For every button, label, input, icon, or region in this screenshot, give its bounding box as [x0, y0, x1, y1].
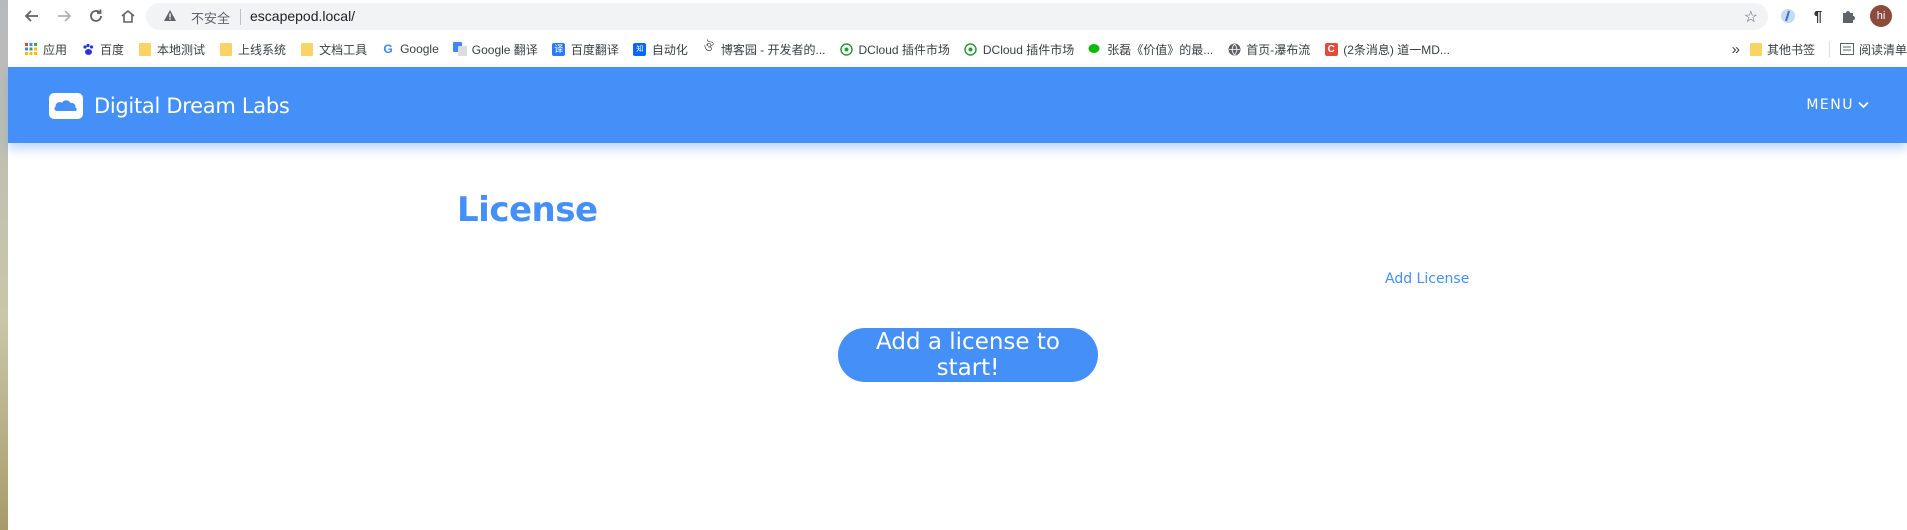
brand-link[interactable]: Digital Dream Labs: [48, 91, 290, 121]
profile-avatar[interactable]: hi: [1870, 5, 1892, 27]
apps-grid-icon: [24, 42, 38, 56]
site-navbar: Digital Dream Labs MENU: [8, 67, 1907, 143]
bookmark-label: 百度翻译: [570, 42, 619, 57]
folder-icon: [219, 42, 233, 56]
bookmark-item[interactable]: DCloud 插件市场: [840, 41, 950, 58]
bookmark-label: 应用: [43, 42, 68, 57]
other-bookmarks-folder[interactable]: 其他书签: [1749, 41, 1815, 58]
star-icon[interactable]: ☆: [1744, 7, 1758, 27]
puzzle-extensions-icon[interactable]: [1838, 6, 1858, 26]
bookmark-label: 首页-瀑布流: [1246, 42, 1311, 57]
folder-icon: [300, 42, 314, 56]
bookmark-label: 张磊《价值》的最...: [1107, 42, 1214, 57]
cnblogs-icon: ঔ: [703, 40, 714, 54]
bookmark-label: 本地测试: [157, 42, 206, 57]
bookmark-item[interactable]: G Google: [381, 42, 439, 56]
bookmarks-overflow-button[interactable]: »: [1732, 41, 1740, 58]
bookmark-item[interactable]: 百度: [81, 41, 124, 58]
reload-button[interactable]: [82, 2, 110, 30]
overflow-chevron-icon: »: [1731, 40, 1740, 58]
baidu-paw-icon: [81, 42, 95, 56]
globe-icon: [1227, 42, 1241, 56]
menu-button[interactable]: MENU: [1806, 97, 1869, 113]
bookmark-label: DCloud 插件市场: [858, 42, 950, 57]
other-bookmarks-label: 其他书签: [1766, 42, 1815, 57]
bookmark-item[interactable]: 首页-瀑布流: [1227, 41, 1310, 58]
more-menu-icon[interactable]: ⋮: [1902, 6, 1907, 26]
bookmark-item[interactable]: DCloud 插件市场: [964, 41, 1074, 58]
bookmark-item[interactable]: ঔ 博客园 - 开发者的...: [702, 40, 826, 58]
baidu-translate-icon: 译: [552, 42, 566, 56]
bookmark-label: 自动化: [651, 42, 688, 57]
insecure-label[interactable]: 不安全: [191, 8, 230, 27]
bookmark-label: DCloud 插件市场: [982, 42, 1075, 57]
reload-icon: [90, 9, 102, 22]
reading-list-button[interactable]: 阅读清单: [1839, 41, 1907, 58]
folder-icon: [138, 42, 152, 56]
add-license-link[interactable]: Add License: [1385, 271, 1469, 287]
desktop-edge: [0, 0, 8, 530]
bookmark-item[interactable]: 文档工具: [300, 41, 367, 58]
bookmark-item[interactable]: 知自动化: [633, 41, 688, 58]
url-text[interactable]: escapepod.local/: [250, 8, 355, 24]
reading-list-label: 阅读清单: [1858, 42, 1907, 57]
dcloud-icon: [840, 42, 854, 56]
forward-button[interactable]: [50, 2, 78, 30]
google-translate-icon: [452, 42, 467, 56]
home-button[interactable]: [114, 2, 142, 30]
bookmark-label: (2条消息) 道一MD...: [1343, 42, 1450, 57]
home-icon: [121, 9, 135, 23]
back-arrow-icon: [24, 10, 38, 22]
warning-icon: [163, 9, 177, 27]
bookmark-item[interactable]: 上线系统: [219, 41, 286, 58]
bookmark-item[interactable]: Google 翻译: [452, 41, 538, 58]
bookmark-label: 百度: [100, 42, 125, 57]
bookmark-item[interactable]: 本地测试: [138, 41, 205, 58]
bookmark-label: 博客园 - 开发者的...: [720, 42, 826, 57]
add-license-button[interactable]: Add a license to start!: [838, 328, 1098, 382]
forward-arrow-icon: [58, 10, 72, 22]
page-title: License: [457, 190, 598, 230]
bookmark-item[interactable]: 译百度翻译: [552, 41, 619, 58]
bookmarks-bar: 应用 百度 本地测试 上线系统 文档工具 G Google Google 翻译译百度翻译知自动…: [8, 36, 1907, 62]
cloud-logo-icon: [49, 93, 83, 119]
extension-icon[interactable]: [1778, 6, 1798, 26]
bookmark-label: Google 翻译: [471, 42, 538, 57]
browser-toolbar: 不安全 escapepod.local/ ☆ ¶ hi ⋮: [8, 0, 1907, 32]
bookmark-label: 文档工具: [319, 42, 368, 57]
bookmarks-right: » 其他书签 阅读清单: [1725, 36, 1907, 62]
wechat-icon: [1088, 42, 1102, 56]
bookmark-label: 上线系统: [238, 42, 287, 57]
reading-list-icon: [1839, 43, 1854, 55]
google-g-icon: G: [383, 42, 393, 56]
bookmark-item[interactable]: 应用: [24, 41, 67, 58]
dcloud-icon: [964, 42, 978, 56]
brand-name: Digital Dream Labs: [94, 94, 290, 118]
address-separator: [240, 9, 241, 25]
folder-icon: [1749, 42, 1762, 56]
bookmark-divider: [1828, 41, 1830, 57]
browser-chrome: 不安全 escapepod.local/ ☆ ¶ hi ⋮ 应用 百度 本地测试 上线…: [8, 0, 1907, 67]
csdn-icon: C: [1324, 42, 1338, 56]
chevron-down-icon: [1858, 101, 1869, 109]
zhihu-icon: 知: [633, 42, 647, 56]
bookmark-label: Google: [400, 42, 439, 56]
bookmark-item[interactable]: 张磊《价值》的最...: [1088, 41, 1213, 58]
bookmark-item[interactable]: C (2条消息) 道一MD...: [1324, 41, 1450, 58]
pilcrow-extension-icon[interactable]: ¶: [1808, 6, 1828, 26]
back-button[interactable]: [18, 2, 46, 30]
address-bar[interactable]: 不安全 escapepod.local/ ☆: [146, 3, 1768, 30]
menu-label: MENU: [1806, 97, 1854, 113]
